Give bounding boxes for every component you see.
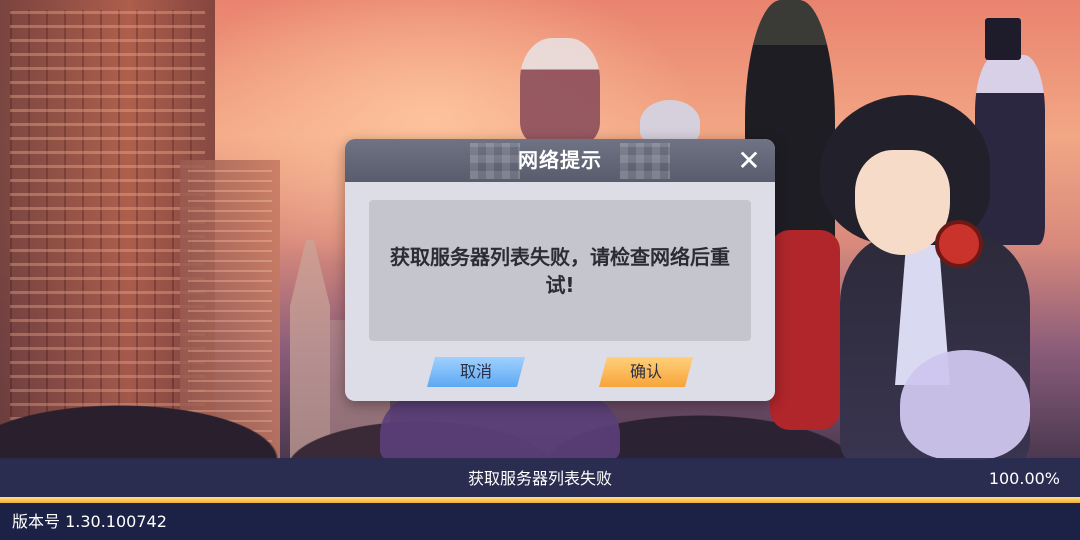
cancel-button[interactable]: 取消 [427,357,525,387]
tophat [985,18,1021,60]
character-blonde [520,38,600,143]
confirm-button[interactable]: 确认 [599,357,693,387]
dialog-title: 网络提示 [518,148,602,172]
character-red [770,230,840,430]
character-fox [900,350,1030,460]
dialog-body: 获取服务器列表失败，请检查网络后重试! [369,200,751,341]
footer-bar: 版本号 1.30.100742 [0,503,1080,540]
loading-percent: 100.00% [988,469,1060,488]
close-icon[interactable]: ✕ [733,146,765,178]
headphone [935,220,983,268]
loading-status-bar: 获取服务器列表失败 100.00% [0,458,1080,500]
dialog-message: 获取服务器列表失败，请检查网络后重试! [390,244,730,297]
character-purple [380,395,620,460]
loading-status-text: 获取服务器列表失败 [467,469,612,488]
network-dialog: 网络提示 ✕ 获取服务器列表失败，请检查网络后重试! 取消 确认 [345,139,775,401]
version-label: 版本号 1.30.100742 [12,512,167,531]
